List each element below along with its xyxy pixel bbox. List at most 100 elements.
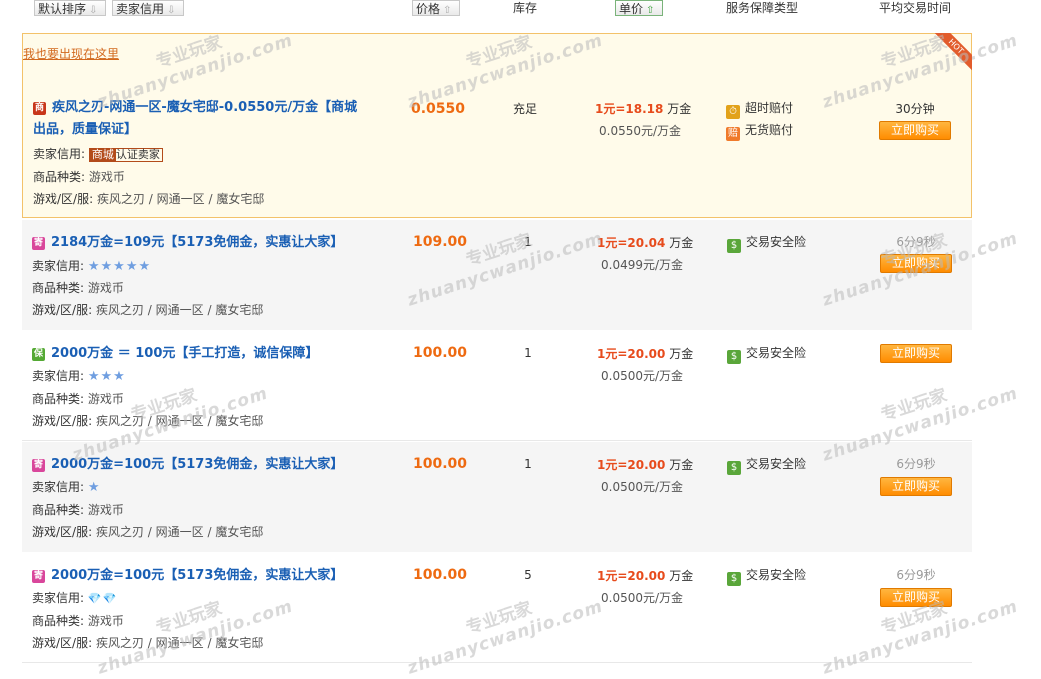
unit-price-ratio: 1元=20.04 万金 — [597, 236, 693, 250]
unit-price-sub: 0.0500元/万金 — [601, 591, 684, 605]
listing-title-text: 2000万金=100元【5173免佣金，实惠让大家】 — [51, 457, 344, 472]
unit-price-sub: 0.0550元/万金 — [599, 124, 682, 138]
column-stock: 库存 — [513, 1, 538, 15]
listing-title-line1: 疾风之刃-网通一区-魔女宅邸-0.0550元/万金【商城 — [52, 100, 358, 115]
seller-credit-label: 卖家信用: — [32, 591, 85, 605]
unit-price-suffix: 万金 — [667, 102, 692, 116]
listing-title[interactable]: 保 2000万金 ＝ 100元【手工打造，诚信保障】 — [32, 343, 318, 365]
server-label: 游戏/区/服: — [32, 414, 93, 428]
sort-unit-price-button[interactable]: 单价 ⇧ — [615, 0, 663, 16]
guarantee-badge-icon: 保 — [32, 348, 45, 361]
sort-price-button[interactable]: 价格 ⇧ — [412, 0, 460, 16]
unit-price-ratio: 1元=20.00 万金 — [597, 347, 693, 361]
listing-title[interactable]: 寄 2000万金=100元【5173免佣金，实惠让大家】 — [32, 454, 343, 476]
server-value: 疾风之刃 / 网通一区 / 魔女宅邸 — [96, 192, 265, 206]
unit-price-highlight: 1元=20.00 — [597, 569, 666, 583]
seller-credit-label: 卖家信用: — [32, 369, 85, 383]
service-overtime: ⏱ 超时赔付 — [726, 101, 793, 119]
server-info: 游戏/区/服: 疾风之刃 / 网通一区 / 魔女宅邸 — [32, 414, 263, 428]
server-info: 游戏/区/服: 疾风之刃 / 网通一区 / 魔女宅邸 — [32, 636, 263, 650]
unit-price-suffix: 万金 — [669, 569, 694, 583]
category-info: 商品种类: 游戏币 — [32, 281, 124, 295]
buy-now-button[interactable]: 立即购买 — [880, 477, 952, 496]
listing-title-text: 2000万金 ＝ 100元【手工打造，诚信保障】 — [51, 346, 319, 361]
category-value: 游戏币 — [87, 281, 124, 295]
listing-title[interactable]: 商疾风之刃-网通一区-魔女宅邸-0.0550元/万金【商城 出品，质量保证】 — [33, 97, 357, 141]
stock-value: 充足 — [512, 102, 537, 116]
server-label: 游戏/区/服: — [32, 303, 93, 317]
star-icon: ★★★ — [87, 369, 126, 384]
category-label: 商品种类: — [33, 170, 86, 184]
service-insurance: $ 交易安全险 — [727, 457, 806, 475]
price-value: 100.00 — [413, 345, 468, 361]
server-label: 游戏/区/服: — [32, 525, 93, 539]
server-info: 游戏/区/服: 疾风之刃 / 网通一区 / 魔女宅邸 — [33, 192, 264, 206]
list-header: 默认排序 ⇩ 卖家信用 ⇩ 价格 ⇧ 库存 单价 ⇧ 服务保障类型 平均交易时间 — [0, 0, 1041, 22]
star-icon: ★★★★★ — [87, 259, 152, 274]
sort-default-button[interactable]: 默认排序 ⇩ — [34, 0, 106, 16]
listing-title[interactable]: 寄 2184万金=109元【5173免佣金，实惠让大家】 — [32, 232, 343, 254]
service-insurance-label: 交易安全险 — [746, 568, 807, 582]
sort-price-label: 价格 — [416, 2, 441, 16]
sort-credit-label: 卖家信用 — [116, 2, 165, 16]
sort-credit-button[interactable]: 卖家信用 ⇩ — [112, 0, 184, 16]
category-value: 游戏币 — [87, 503, 124, 517]
listing-title-line2: 出品，质量保证】 — [33, 122, 138, 137]
seller-credit-label: 卖家信用: — [33, 147, 86, 161]
shield-icon: $ — [727, 572, 741, 586]
unit-price-ratio: 1元=20.00 万金 — [597, 458, 693, 472]
server-info: 游戏/区/服: 疾风之刃 / 网通一区 / 魔女宅邸 — [32, 525, 263, 539]
buy-now-button[interactable]: 立即购买 — [879, 121, 951, 140]
category-label: 商品种类: — [32, 614, 85, 628]
service-insurance: $ 交易安全险 — [727, 235, 806, 253]
hot-ribbon-label: HOT — [932, 33, 972, 72]
listing-row: 保 2000万金 ＝ 100元【手工打造，诚信保障】 卖家信用: ★★★ 商品种类… — [22, 331, 972, 441]
service-outofstock-label: 无货赔付 — [745, 123, 794, 137]
promote-link[interactable]: 我也要出现在这里 — [23, 47, 119, 61]
column-service: 服务保障类型 — [726, 1, 799, 15]
category-info: 商品种类: 游戏币 — [32, 614, 124, 628]
price-value: 100.00 — [413, 567, 468, 583]
listing-title[interactable]: 寄 2000万金=100元【5173免佣金，实惠让大家】 — [32, 565, 343, 587]
diamond-icon: 💎💎 — [87, 592, 118, 605]
category-label: 商品种类: — [32, 281, 85, 295]
server-info: 游戏/区/服: 疾风之刃 / 网通一区 / 魔女宅邸 — [32, 303, 263, 317]
avg-time-value: 6分9秒 — [896, 457, 936, 471]
buy-now-button[interactable]: 立即购买 — [880, 344, 952, 363]
unit-price-ratio: 1元=20.00 万金 — [597, 569, 693, 583]
unit-price-sub: 0.0500元/万金 — [601, 369, 684, 383]
unit-price-sub: 0.0499元/万金 — [601, 258, 684, 272]
buy-now-button[interactable]: 立即购买 — [880, 588, 952, 607]
unit-price-highlight: 1元=20.04 — [597, 236, 666, 250]
category-info: 商品种类: 游戏币 — [32, 392, 124, 406]
server-value: 疾风之刃 / 网通一区 / 魔女宅邸 — [95, 303, 264, 317]
consign-badge-icon: 寄 — [32, 570, 45, 583]
buy-now-button[interactable]: 立即购买 — [880, 254, 952, 273]
unit-price-suffix: 万金 — [669, 458, 694, 472]
listing-row: 寄 2000万金=100元【5173免佣金，实惠让大家】 卖家信用: ★ 商品种类… — [22, 442, 972, 552]
clock-icon: ⏱ — [726, 105, 740, 119]
cert-mall: 商城 — [89, 148, 116, 161]
unit-price-sub: 0.0500元/万金 — [601, 480, 684, 494]
server-value: 疾风之刃 / 网通一区 / 魔女宅邸 — [95, 636, 264, 650]
service-insurance: $ 交易安全险 — [727, 346, 806, 364]
service-insurance-label: 交易安全险 — [746, 346, 807, 360]
unit-price-highlight: 1元=18.18 — [595, 102, 664, 116]
avg-time-value: 30分钟 — [895, 102, 935, 116]
consign-badge-icon: 寄 — [32, 459, 45, 472]
price-value: 100.00 — [413, 456, 468, 472]
service-overtime-label: 超时赔付 — [745, 101, 794, 115]
service-insurance-label: 交易安全险 — [746, 457, 807, 471]
stock-value: 1 — [524, 457, 532, 471]
service-insurance-label: 交易安全险 — [746, 235, 807, 249]
stock-value: 1 — [524, 346, 532, 360]
seller-credit: 卖家信用: 💎💎 — [32, 591, 117, 606]
category-value: 游戏币 — [87, 614, 124, 628]
unit-price-suffix: 万金 — [669, 347, 694, 361]
stock-value: 1 — [524, 235, 532, 249]
shield-icon: $ — [727, 239, 741, 253]
price-value: 0.0550 — [411, 101, 466, 117]
compensation-icon: 赔 — [726, 127, 740, 141]
unit-price-highlight: 1元=20.00 — [597, 458, 666, 472]
shield-icon: $ — [727, 461, 741, 475]
